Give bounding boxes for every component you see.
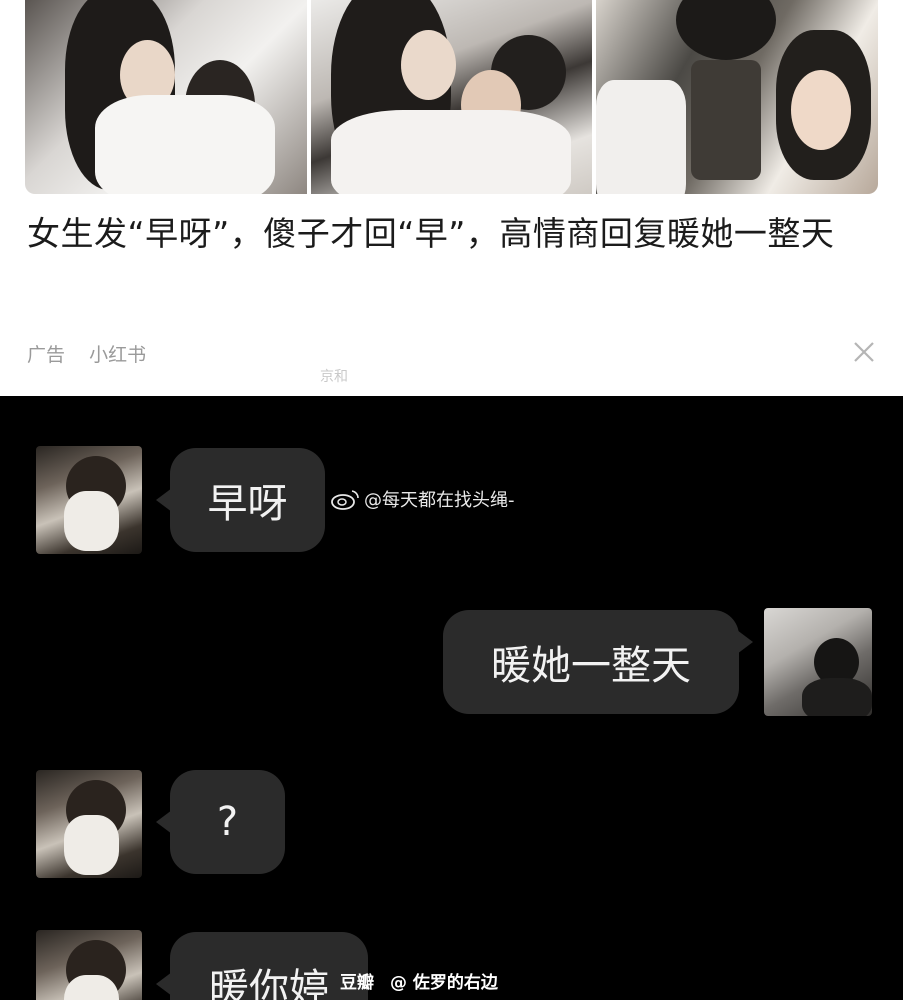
- ad-meta: 广告 小红书: [27, 340, 164, 367]
- avatar-him[interactable]: [764, 608, 872, 716]
- message-bubble-2[interactable]: 暖她一整天: [443, 610, 753, 714]
- avatar-her[interactable]: [36, 930, 142, 1000]
- weibo-logo-icon: [331, 490, 359, 510]
- ad-photo-couple-3: [596, 0, 878, 194]
- avatar-her[interactable]: [36, 770, 142, 878]
- ad-card[interactable]: 女生发“早呀”，傻子才回“早”，高情商回复暖她一整天 广告 小红书 京和: [0, 0, 903, 396]
- stamp-watermark: 京和: [320, 369, 348, 385]
- message-text-1: 早呀: [207, 481, 288, 527]
- ad-title[interactable]: 女生发“早呀”，傻子才回“早”，高情商回复暖她一整天: [27, 208, 867, 260]
- message-text-3: ?: [216, 799, 239, 845]
- message-text-4: 暖你婷: [209, 966, 329, 1000]
- ad-photo-couple-1: [25, 0, 307, 194]
- ad-photo-couple-2: [311, 0, 592, 194]
- weibo-watermark: @每天都在找头绳-: [330, 486, 515, 512]
- douban-handle: @ 佐罗的右边: [390, 973, 498, 993]
- weibo-handle: @每天都在找头绳-: [364, 490, 515, 511]
- chat-screenshot: 早呀 @每天都在找头绳- 暖她一整天 ? 暖你婷 豆瓣 @ 佐罗的右边: [0, 396, 903, 1000]
- message-bubble-3[interactable]: ?: [156, 770, 285, 874]
- douban-watermark: 豆瓣 @ 佐罗的右边: [340, 968, 498, 993]
- ad-source[interactable]: 小红书: [89, 344, 146, 366]
- message-bubble-1[interactable]: 早呀: [156, 448, 325, 552]
- message-text-2: 暖她一整天: [491, 643, 691, 689]
- ad-label: 广告: [27, 344, 66, 366]
- avatar-her[interactable]: [36, 446, 142, 554]
- message-bubble-4[interactable]: 暖你婷: [156, 932, 368, 1000]
- douban-label: 豆瓣: [340, 973, 374, 993]
- close-icon[interactable]: [850, 338, 878, 366]
